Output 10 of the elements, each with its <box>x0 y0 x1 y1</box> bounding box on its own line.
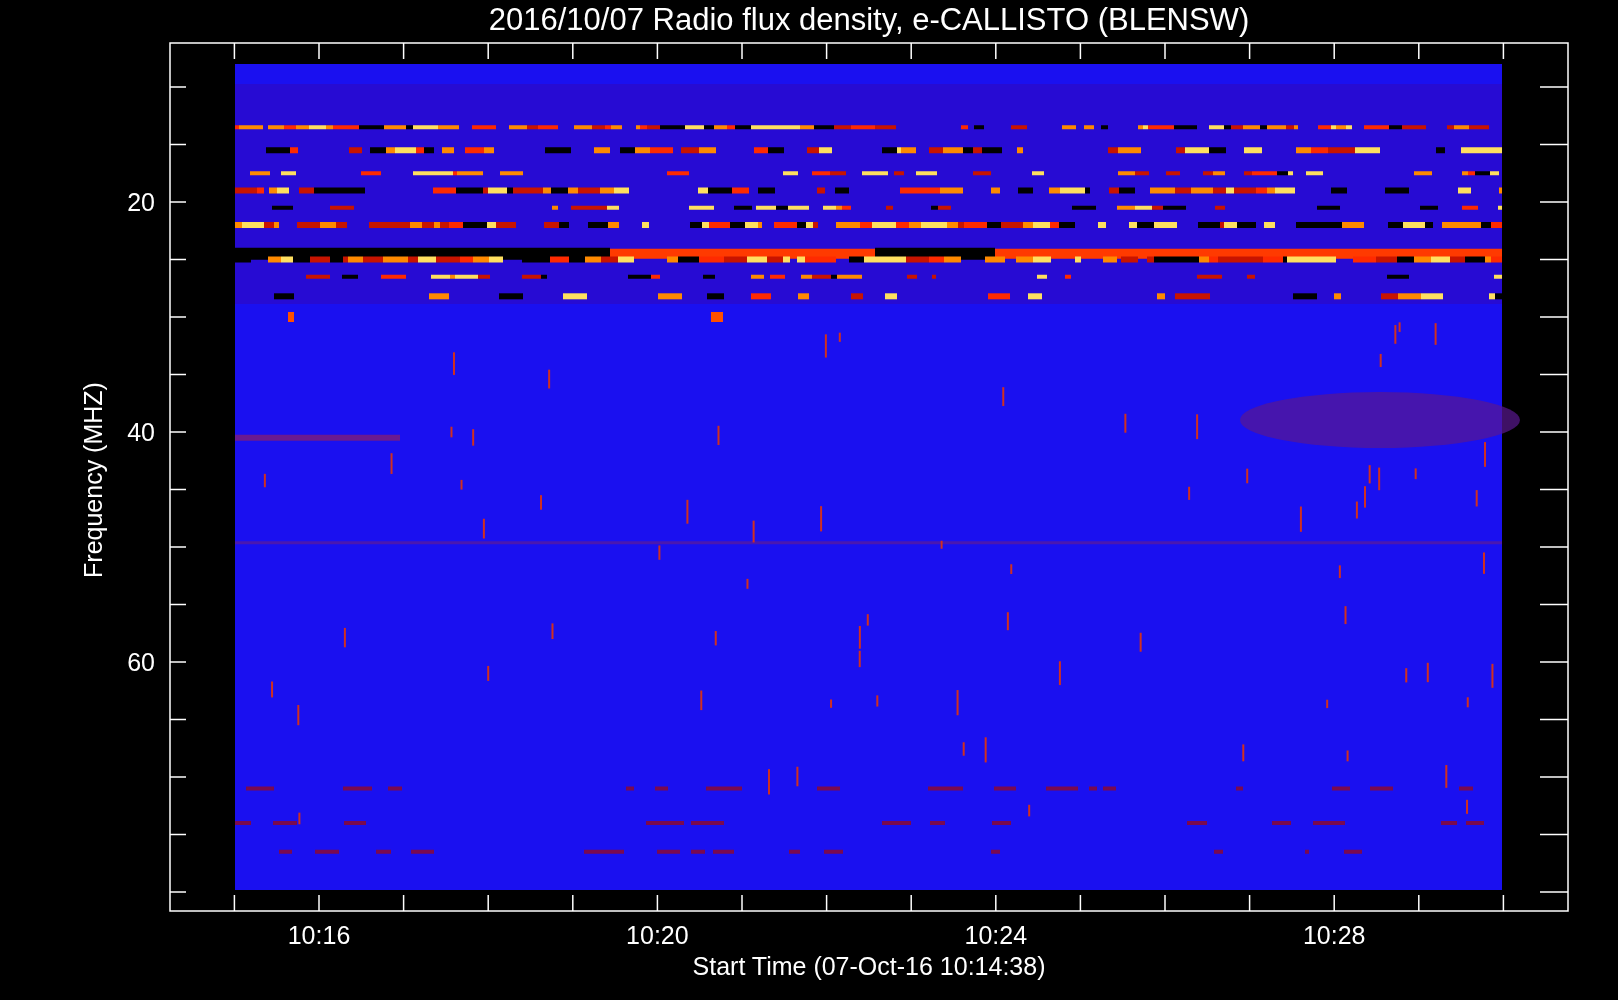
x-axis-label: Start Time (07-Oct-16 10:14:38) <box>692 952 1046 980</box>
tick-label: 40 <box>127 418 155 446</box>
plot-title: 2016/10/07 Radio flux density, e-CALLISTO (BLENSW) <box>488 2 1250 37</box>
tick-label: 20 <box>127 188 155 216</box>
y-axis-label: Frequency (MHZ) <box>79 382 107 578</box>
tick-label: 10:16 <box>287 921 351 949</box>
tick-label: 10:20 <box>626 921 689 949</box>
tick-label: 10:28 <box>1302 921 1366 949</box>
tick-label: 60 <box>127 648 155 676</box>
tick-label: 10:24 <box>964 921 1028 949</box>
